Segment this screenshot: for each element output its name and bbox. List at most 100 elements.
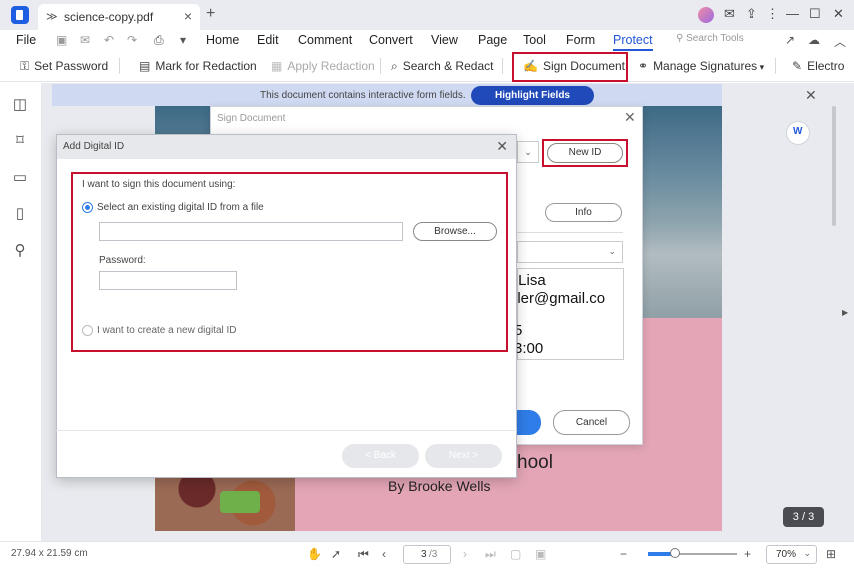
notice-text: This document contains interactive form … bbox=[260, 90, 466, 101]
more-options-icon[interactable]: ⋮ bbox=[766, 6, 779, 22]
user-avatar[interactable] bbox=[698, 7, 714, 23]
search-tools[interactable]: ⚲ Search Tools bbox=[676, 33, 744, 44]
sign-dialog-close-icon[interactable]: ✕ bbox=[624, 109, 636, 126]
dialog-header: Add Digital ID ✕ bbox=[57, 135, 516, 159]
notification-icon[interactable]: ✉ bbox=[724, 6, 735, 22]
search-redact-label: Search & Redact bbox=[402, 59, 494, 73]
fit-width-icon[interactable]: ▣ bbox=[535, 547, 546, 561]
undo-icon[interactable]: ↶ bbox=[104, 33, 114, 47]
search-icon[interactable]: ⚲ bbox=[12, 243, 28, 259]
search-redact-icon: ⌕ bbox=[391, 59, 398, 73]
select-tool-icon[interactable]: ➚ bbox=[331, 547, 341, 561]
fit-page-icon[interactable]: ▢ bbox=[510, 547, 521, 561]
zoom-slider-handle[interactable] bbox=[669, 548, 680, 558]
share-icon[interactable]: ↗ bbox=[785, 33, 795, 47]
menu-home[interactable]: Home bbox=[206, 33, 239, 47]
collapse-ribbon-icon[interactable]: ︿ bbox=[834, 33, 846, 50]
hand-tool-icon[interactable]: ✋ bbox=[307, 547, 322, 561]
page-title-text: hool bbox=[517, 452, 553, 473]
sign-cancel-button[interactable]: Cancel bbox=[553, 410, 630, 435]
chevron-down-icon: ⌄ bbox=[803, 548, 811, 558]
browse-button[interactable]: Browse... bbox=[413, 222, 497, 241]
new-id-label[interactable]: I want to create a new digital ID bbox=[97, 325, 237, 336]
mark-redaction-button[interactable]: ▤ Mark for Redaction bbox=[139, 59, 257, 73]
left-sidebar bbox=[0, 83, 42, 541]
bookmark-icon[interactable]: ⌑ bbox=[12, 133, 28, 149]
tab-menu-chevron-icon[interactable]: ≫ bbox=[46, 10, 58, 23]
close-window-icon[interactable]: ✕ bbox=[833, 6, 844, 22]
upload-icon[interactable]: ⇪ bbox=[746, 6, 757, 22]
sign-button[interactable] bbox=[517, 410, 541, 435]
existing-id-radio[interactable] bbox=[82, 202, 93, 213]
vertical-scrollbar[interactable] bbox=[832, 106, 836, 226]
page-count-badge: 3 / 3 bbox=[783, 507, 824, 527]
attachment-icon[interactable]: ▯ bbox=[12, 206, 28, 222]
chevron-down-icon: ⌄ bbox=[608, 246, 616, 256]
active-menu-indicator bbox=[613, 49, 653, 51]
convert-to-word-icon[interactable] bbox=[786, 121, 810, 145]
print-icon[interactable]: ⎙ bbox=[154, 33, 164, 48]
next-page-icon[interactable]: › bbox=[463, 547, 467, 561]
apply-redaction-button[interactable]: ▦ Apply Redaction bbox=[271, 59, 375, 73]
comment-icon[interactable]: ▭ bbox=[12, 170, 28, 186]
menu-tool[interactable]: Tool bbox=[523, 33, 546, 47]
toolbar-divider bbox=[380, 58, 381, 74]
dialog-close-icon[interactable]: ✕ bbox=[496, 138, 508, 155]
thumbnails-icon[interactable]: ◫ bbox=[12, 97, 28, 113]
maximize-icon[interactable]: ☐ bbox=[809, 6, 821, 22]
new-id-radio[interactable] bbox=[82, 325, 93, 336]
expand-right-panel-icon[interactable]: ▶ bbox=[842, 308, 848, 317]
highlight-fields-button[interactable]: Highlight Fields bbox=[471, 86, 594, 105]
appearance-select[interactable]: ⌄ bbox=[517, 241, 623, 263]
mark-redaction-label: Mark for Redaction bbox=[155, 59, 257, 73]
cloud-upload-icon[interactable]: ☁ bbox=[808, 33, 820, 47]
last-page-icon[interactable]: ⏭ bbox=[485, 547, 496, 562]
previous-page-icon[interactable]: ‹ bbox=[382, 547, 386, 561]
notice-close-icon[interactable]: ✕ bbox=[805, 87, 817, 104]
preview-email-line: ller@gmail.co bbox=[514, 290, 606, 307]
next-button[interactable]: Next > bbox=[425, 444, 502, 468]
new-id-highlight-box bbox=[542, 139, 628, 167]
digital-id-dropdown[interactable]: ⌄ bbox=[517, 141, 539, 163]
manage-signatures-button[interactable]: ⚭ Manage Signatures ▾ bbox=[638, 59, 764, 73]
sign-using-prompt: I want to sign this document using: bbox=[82, 179, 236, 190]
menu-file[interactable]: File bbox=[16, 33, 36, 47]
document-tab[interactable]: ≫ science-copy.pdf × bbox=[38, 4, 200, 30]
menu-edit[interactable]: Edit bbox=[257, 33, 279, 47]
redo-icon[interactable]: ↷ bbox=[127, 33, 137, 47]
key-icon: ⚿ bbox=[20, 59, 30, 73]
tab-title: science-copy.pdf bbox=[64, 10, 154, 24]
new-tab-icon[interactable]: + bbox=[206, 5, 215, 23]
password-label: Password: bbox=[99, 255, 146, 266]
existing-id-label[interactable]: Select an existing digital ID from a fil… bbox=[97, 202, 264, 213]
zoom-level-select[interactable]: 70% ⌄ bbox=[766, 545, 817, 564]
digital-id-file-field[interactable] bbox=[99, 222, 403, 241]
tab-close-icon[interactable]: × bbox=[184, 8, 192, 24]
zoom-in-icon[interactable]: + bbox=[744, 547, 751, 561]
fit-screen-icon[interactable]: ⊞ bbox=[826, 547, 836, 561]
mail-icon[interactable]: ✉ bbox=[80, 33, 90, 47]
electronic-signature-button[interactable]: ✎ Electro bbox=[792, 59, 844, 73]
search-redact-button[interactable]: ⌕ Search & Redact bbox=[391, 59, 493, 74]
quick-access-dropdown-icon[interactable]: ▾ bbox=[180, 33, 186, 47]
menu-comment[interactable]: Comment bbox=[298, 33, 352, 47]
menu-page[interactable]: Page bbox=[478, 33, 507, 47]
menu-view[interactable]: View bbox=[431, 33, 458, 47]
page-number-input[interactable]: 3 /3 bbox=[403, 545, 451, 564]
toolbar-divider bbox=[775, 58, 776, 74]
page-author-text: By Brooke Wells bbox=[388, 478, 491, 494]
save-icon[interactable]: ▣ bbox=[56, 33, 67, 47]
menu-protect[interactable]: Protect bbox=[613, 33, 653, 47]
back-button[interactable]: < Back bbox=[342, 444, 419, 468]
minimize-icon[interactable]: — bbox=[786, 6, 799, 21]
first-page-icon[interactable]: ⏮ bbox=[358, 547, 369, 562]
password-field[interactable] bbox=[99, 271, 237, 290]
menu-convert[interactable]: Convert bbox=[369, 33, 413, 47]
set-password-button[interactable]: ⚿ Set Password bbox=[20, 59, 108, 74]
manage-signatures-icon: ⚭ bbox=[638, 59, 649, 73]
sign-document-highlight-box bbox=[512, 52, 628, 82]
preview-time-line: 3:00 bbox=[514, 340, 544, 357]
info-button[interactable]: Info bbox=[545, 203, 622, 222]
zoom-out-icon[interactable]: − bbox=[620, 547, 627, 561]
menu-form[interactable]: Form bbox=[566, 33, 595, 47]
